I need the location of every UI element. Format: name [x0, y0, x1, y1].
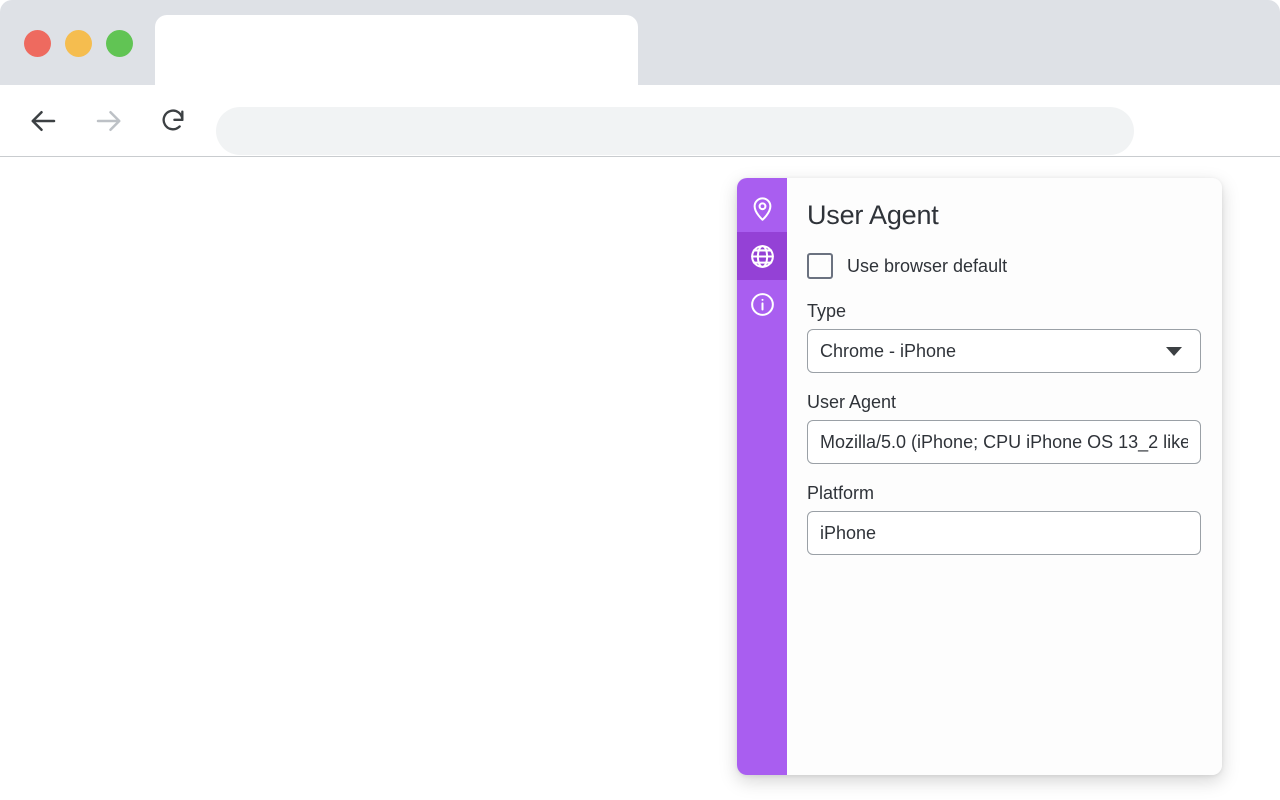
- type-select[interactable]: Chrome - iPhone: [807, 329, 1201, 373]
- close-window-button[interactable]: [24, 30, 51, 57]
- map-pin-icon: [749, 195, 776, 222]
- platform-input[interactable]: iPhone: [807, 511, 1201, 555]
- platform-label: Platform: [807, 483, 1202, 504]
- platform-value: iPhone: [820, 523, 876, 544]
- maximize-window-button[interactable]: [106, 30, 133, 57]
- type-field-group: Type Chrome - iPhone: [807, 301, 1202, 373]
- extension-popup-panel: User Agent Use browser default Type Chro…: [737, 178, 1222, 775]
- user-agent-field-group: User Agent Mozilla/5.0 (iPhone; CPU iPho…: [807, 392, 1202, 464]
- window-traffic-lights: [24, 30, 133, 57]
- user-agent-label: User Agent: [807, 392, 1202, 413]
- sidebar-item-location[interactable]: [737, 184, 787, 232]
- tab-strip: [0, 0, 1280, 85]
- popup-body: User Agent Use browser default Type Chro…: [787, 178, 1222, 775]
- panel-title: User Agent: [807, 200, 1202, 231]
- minimize-window-button[interactable]: [65, 30, 92, 57]
- browser-window: User Agent Use browser default Type Chro…: [0, 0, 1280, 800]
- use-browser-default-row[interactable]: Use browser default: [807, 253, 1202, 279]
- forward-arrow-icon: [93, 106, 123, 136]
- address-bar-input[interactable]: [216, 107, 1170, 155]
- platform-field-group: Platform iPhone: [807, 483, 1202, 555]
- reload-icon: [159, 107, 187, 135]
- type-label: Type: [807, 301, 1202, 322]
- sidebar-item-network[interactable]: [737, 232, 787, 280]
- forward-button[interactable]: [86, 99, 130, 143]
- back-arrow-icon: [29, 106, 59, 136]
- back-button[interactable]: [22, 99, 66, 143]
- globe-icon: [749, 243, 776, 270]
- browser-tab[interactable]: [155, 15, 638, 85]
- reload-button[interactable]: [151, 99, 195, 143]
- address-bar[interactable]: [216, 107, 1134, 155]
- type-select-value: Chrome - iPhone: [820, 341, 1166, 362]
- chevron-down-icon: [1166, 347, 1182, 356]
- user-agent-value: Mozilla/5.0 (iPhone; CPU iPhone OS 13_2 …: [820, 432, 1188, 453]
- user-agent-input[interactable]: Mozilla/5.0 (iPhone; CPU iPhone OS 13_2 …: [807, 420, 1201, 464]
- use-browser-default-label: Use browser default: [847, 256, 1007, 277]
- browser-toolbar: [0, 85, 1280, 157]
- info-icon: [749, 291, 776, 318]
- popup-sidebar: [737, 178, 787, 775]
- sidebar-item-about[interactable]: [737, 280, 787, 328]
- use-browser-default-checkbox[interactable]: [807, 253, 833, 279]
